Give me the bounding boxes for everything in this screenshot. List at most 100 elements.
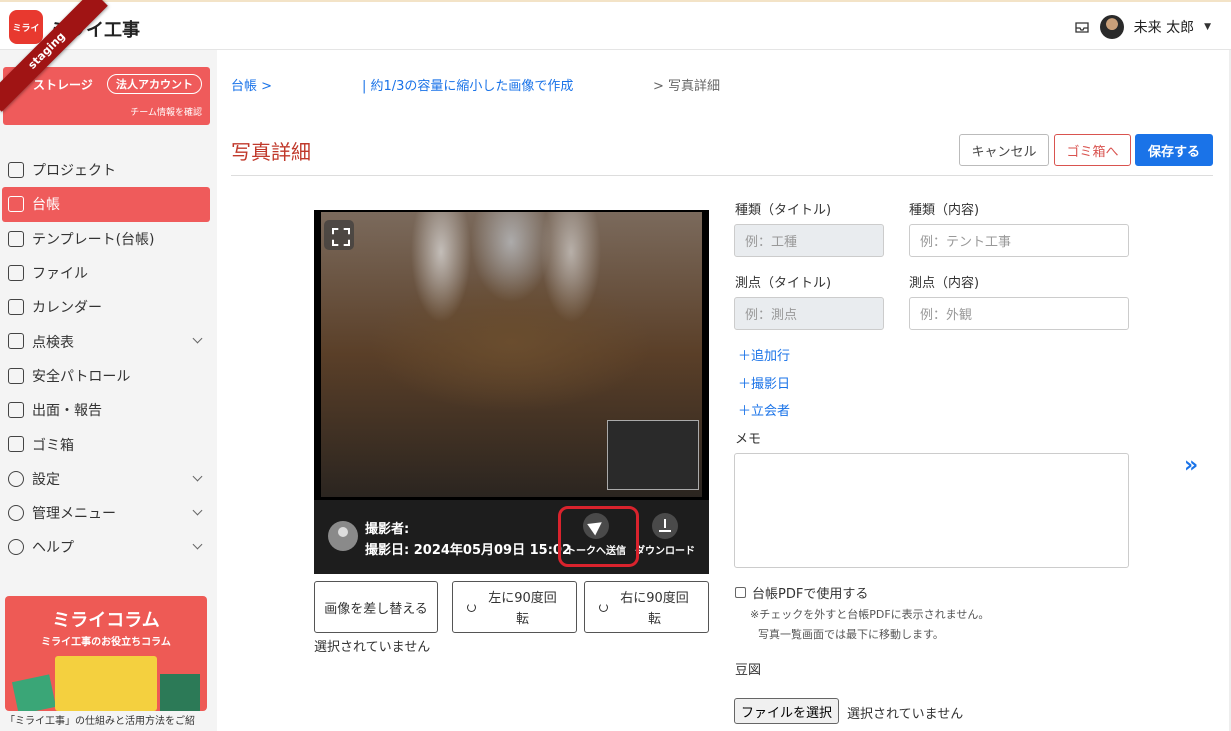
banner-illustration	[55, 656, 157, 711]
breadcrumb-album[interactable]: | 約1/3の容量に縮小した画像で作成	[362, 75, 573, 94]
sidebar-item-label: カレンダー	[32, 300, 102, 317]
top-bar: ミライ ミライ工事 未来 太郎 ▼	[0, 0, 1231, 50]
chevron-down-icon	[192, 505, 203, 516]
move-to-trash-button[interactable]: ゴミ箱へ	[1054, 134, 1131, 166]
photo-blackboard	[607, 420, 699, 490]
point-title-input[interactable]: 例：測点	[734, 297, 884, 330]
type-title-label: 種類（タイトル)	[735, 203, 832, 218]
chevron-down-icon	[192, 539, 203, 550]
sidebar-item-label: プロジェクト	[32, 163, 116, 180]
choose-file-button[interactable]: ファイルを選択	[734, 698, 840, 724]
corp-account-badge: 法人アカウント	[107, 74, 202, 94]
banner-caption[interactable]: 「ミライ工事」の仕組みと活用方法をご紹	[5, 712, 215, 727]
sidebar-item-settings[interactable]: 設定	[0, 462, 217, 496]
use-pdf-label: 台帳PDFで使用する	[752, 587, 869, 602]
sketch-file-status: 選択されていません	[847, 707, 964, 722]
double-chevron-right-icon[interactable]: »	[1184, 455, 1204, 477]
sidebar-item-report[interactable]: 出面・報告	[0, 393, 217, 427]
user-avatar[interactable]	[1099, 15, 1124, 39]
banner-subtitle: ミライ工事のお役立ちコラム	[41, 637, 171, 648]
sidebar-item-label: ファイル	[32, 266, 88, 283]
rotate-right-icon	[599, 603, 608, 612]
cancel-button[interactable]: キャンセル	[959, 134, 1049, 166]
headset-icon	[8, 162, 24, 178]
rotate-right-label: 右に90度回転	[620, 591, 689, 627]
sketch-label: 豆図	[735, 663, 762, 678]
download-button[interactable]: ダウンロード	[630, 513, 700, 557]
gear-icon	[8, 470, 24, 487]
checklist-icon	[8, 333, 24, 350]
type-title-input[interactable]: 例：工種	[734, 224, 884, 257]
point-content-label: 測点（内容)	[909, 276, 980, 291]
trash-icon	[8, 436, 24, 453]
inbox-icon[interactable]	[1074, 19, 1090, 35]
banner-title: ミライコラム	[52, 610, 160, 631]
breadcrumb-album-list[interactable]: 台帳 >	[231, 75, 272, 94]
sidebar-item-label: テンプレート(台帳)	[32, 231, 155, 248]
use-pdf-checkbox[interactable]	[735, 587, 746, 598]
download-label: ダウンロード	[635, 546, 695, 557]
album-icon	[8, 196, 24, 213]
rotate-right-button[interactable]: 右に90度回転	[584, 581, 709, 633]
sidebar-item-label: ゴミ箱	[32, 437, 74, 454]
sidebar-item-album[interactable]: 台帳	[2, 187, 210, 222]
brand[interactable]: ミライ ミライ工事	[0, 2, 217, 52]
sidebar-item-label: 出面・報告	[32, 403, 102, 420]
point-title-label: 測点（タイトル)	[735, 276, 832, 291]
sidebar-item-label: 安全パトロール	[32, 368, 131, 385]
patrol-icon	[8, 367, 24, 384]
memo-textarea[interactable]	[734, 453, 1129, 568]
admin-icon	[8, 504, 24, 521]
banner-illustration	[160, 674, 200, 711]
sidebar-item-label: 設定	[32, 471, 60, 488]
sidebar-item-project[interactable]: プロジェクト	[0, 153, 217, 187]
sidebar-item-help[interactable]: ヘルプ	[0, 530, 217, 564]
type-content-label: 種類（内容)	[909, 203, 980, 218]
page-title: 写真詳細	[231, 140, 311, 164]
sidebar-item-admin[interactable]: 管理メニュー	[0, 496, 217, 530]
save-button[interactable]: 保存する	[1135, 134, 1213, 166]
use-pdf-checkbox-row[interactable]: 台帳PDFで使用する	[735, 583, 868, 602]
rotate-left-icon	[467, 603, 476, 612]
user-name[interactable]: 未来 太郎	[1134, 17, 1194, 37]
photo-image[interactable]	[321, 212, 702, 497]
pdf-note-1: ※チェックを外すと台帳PDFに表示されません。	[750, 608, 990, 621]
fullscreen-icon[interactable]	[324, 220, 354, 250]
file-icon	[8, 264, 24, 281]
download-icon	[652, 513, 678, 539]
sidebar-item-file[interactable]: ファイル	[0, 256, 217, 290]
sidebar-nav: プロジェクト 台帳 テンプレート(台帳) ファイル カレンダー 点検表 安全パト…	[0, 153, 217, 565]
chevron-down-icon	[192, 471, 203, 482]
taken-date: 撮影日: 2024年05月09日 15:02	[365, 543, 571, 558]
column-banner[interactable]: ミライコラム ミライ工事のお役立ちコラム	[5, 596, 207, 711]
template-icon	[8, 230, 24, 247]
rotate-left-label: 左に90度回転	[488, 591, 557, 627]
add-witness-link[interactable]: ＋立会者	[738, 400, 790, 419]
rotate-left-button[interactable]: 左に90度回転	[452, 581, 577, 633]
chevron-down-icon[interactable]: ▼	[1204, 22, 1211, 32]
sidebar-item-calendar[interactable]: カレンダー	[0, 290, 217, 324]
highlight-outline	[558, 506, 639, 567]
sidebar-item-checklist[interactable]: 点検表	[0, 324, 217, 358]
replace-image-button[interactable]: 画像を差し替える	[314, 581, 438, 633]
sidebar-item-label: 管理メニュー	[32, 506, 116, 523]
point-content-input[interactable]: 例：外観	[909, 297, 1129, 330]
chevron-down-icon	[192, 334, 203, 344]
sidebar: ストレージ 法人アカウント チーム情報を確認 プロジェクト 台帳 テンプレート(…	[0, 50, 217, 731]
sidebar-item-label: ヘルプ	[32, 540, 74, 557]
help-icon	[8, 539, 24, 556]
memo-label: メモ	[735, 432, 762, 447]
divider	[231, 175, 1213, 176]
sidebar-item-patrol[interactable]: 安全パトロール	[0, 359, 217, 393]
type-content-input[interactable]: 例：テント工事	[909, 224, 1129, 257]
banner-illustration	[11, 674, 57, 711]
sidebar-item-trash[interactable]: ゴミ箱	[0, 427, 217, 461]
add-row-link[interactable]: ＋追加行	[738, 345, 790, 364]
calendar-icon	[8, 299, 24, 316]
add-date-link[interactable]: ＋撮影日	[738, 373, 790, 392]
storage-label: ストレージ	[33, 78, 93, 92]
team-info-link[interactable]: チーム情報を確認	[130, 105, 202, 118]
pdf-note-2: 写真一覧画面では最下に移動します。	[758, 628, 944, 641]
sidebar-item-template[interactable]: テンプレート(台帳)	[0, 222, 217, 256]
photo-footer: 撮影者: 撮影日: 2024年05月09日 15:02 トークへ送信 ダウンロー…	[314, 500, 709, 574]
